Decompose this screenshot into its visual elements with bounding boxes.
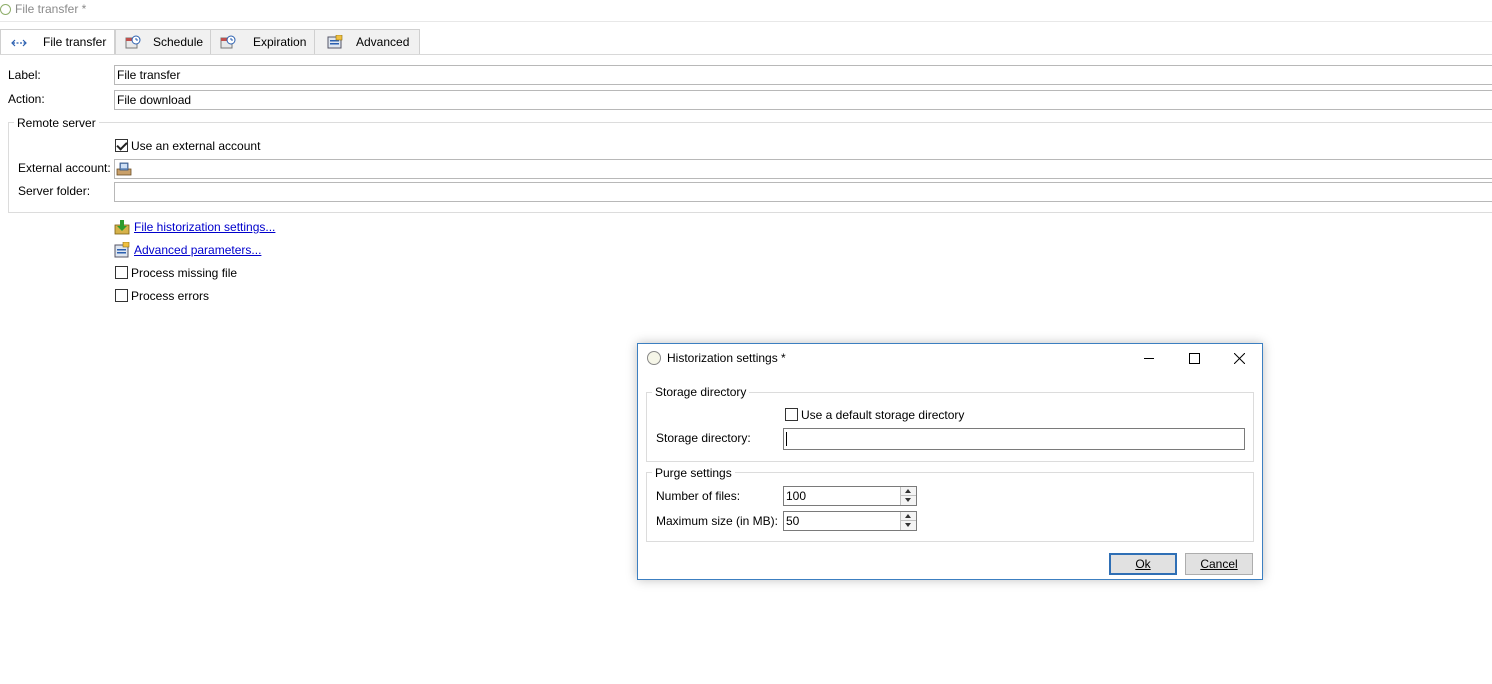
- dialog-body: Storage directory Use a default storage …: [638, 373, 1262, 579]
- tab-label: File transfer: [43, 35, 107, 49]
- external-account-icon: [116, 162, 132, 176]
- action-caption: Action:: [8, 92, 45, 106]
- historization-settings-dialog: Historization settings * Storage directo…: [637, 343, 1263, 580]
- tab-label: Schedule: [153, 35, 204, 49]
- title-divider: [0, 21, 1492, 22]
- dialog-titlebar[interactable]: Historization settings *: [638, 344, 1262, 373]
- storage-directory-input[interactable]: [783, 428, 1245, 450]
- action-field[interactable]: File download: [114, 90, 1492, 110]
- spin-up-icon[interactable]: [900, 512, 916, 521]
- cancel-button[interactable]: Cancel: [1185, 553, 1253, 575]
- dialog-title: Historization settings *: [667, 351, 786, 365]
- maximize-button[interactable]: [1171, 344, 1217, 373]
- label-input[interactable]: File transfer: [114, 65, 1492, 85]
- label-caption: Label:: [8, 68, 41, 82]
- minimize-icon: [1144, 358, 1154, 359]
- minimize-button[interactable]: [1126, 344, 1172, 373]
- spin-down-icon[interactable]: [900, 496, 916, 505]
- text-caret: [786, 432, 787, 446]
- tab-schedule[interactable]: Schedule: [115, 29, 211, 54]
- schedule-icon: [125, 35, 141, 49]
- remote-server-group-title: Remote server: [14, 116, 99, 130]
- tab-label: Expiration: [253, 35, 307, 49]
- storage-directory-group-title: Storage directory: [652, 385, 750, 399]
- advanced-parameters-icon: [114, 242, 130, 258]
- number-of-files-caption: Number of files:: [656, 489, 741, 503]
- app-logo-icon: [647, 351, 661, 365]
- use-external-account-label: Use an external account: [131, 139, 261, 153]
- expiration-icon: [220, 35, 236, 49]
- close-button[interactable]: [1216, 344, 1262, 373]
- tab-strip-divider: [0, 54, 1492, 55]
- tab-advanced[interactable]: Advanced: [314, 29, 420, 54]
- tab-expiration[interactable]: Expiration: [210, 29, 315, 54]
- advanced-settings-icon: [327, 35, 343, 49]
- external-account-caption: External account:: [18, 161, 111, 175]
- purge-settings-group-title: Purge settings: [652, 466, 735, 480]
- spin-down-icon[interactable]: [900, 521, 916, 530]
- cancel-button-label: Cancel: [1200, 557, 1238, 571]
- download-history-icon: [114, 220, 130, 235]
- maximum-size-caption: Maximum size (in MB):: [656, 514, 779, 528]
- process-errors-label: Process errors: [131, 289, 210, 303]
- number-of-files-value: 100: [786, 489, 807, 503]
- app-logo-icon: [0, 4, 11, 15]
- window-title: File transfer *: [0, 0, 86, 18]
- use-default-storage-checkbox[interactable]: [785, 408, 798, 421]
- spin-up-icon[interactable]: [900, 487, 916, 496]
- storage-directory-group: [646, 392, 1254, 462]
- tab-label: Advanced: [356, 35, 410, 49]
- double-arrow-icon: [11, 39, 27, 47]
- tab-file-transfer[interactable]: File transfer: [0, 29, 115, 55]
- window-title-text: File transfer *: [15, 2, 87, 16]
- close-icon: [1234, 353, 1245, 364]
- process-missing-file-checkbox[interactable]: [115, 266, 128, 279]
- maximize-icon: [1189, 353, 1200, 364]
- external-account-field[interactable]: [114, 159, 1492, 179]
- advanced-parameters-link[interactable]: Advanced parameters...: [134, 243, 261, 257]
- process-errors-checkbox[interactable]: [115, 289, 128, 302]
- ok-button[interactable]: Ok: [1109, 553, 1177, 575]
- number-of-files-stepper[interactable]: 100: [783, 486, 917, 506]
- purge-settings-group: [646, 472, 1254, 542]
- server-folder-caption: Server folder:: [18, 184, 91, 198]
- use-external-account-checkbox[interactable]: [115, 139, 128, 152]
- server-folder-input[interactable]: [114, 182, 1492, 202]
- ok-button-label: Ok: [1135, 557, 1151, 571]
- file-historization-settings-link[interactable]: File historization settings...: [134, 220, 275, 234]
- use-default-storage-label: Use a default storage directory: [801, 408, 965, 422]
- maximum-size-stepper[interactable]: 50: [783, 511, 917, 531]
- storage-directory-caption: Storage directory:: [656, 431, 751, 445]
- maximum-size-value: 50: [786, 514, 800, 528]
- process-missing-file-label: Process missing file: [131, 266, 238, 280]
